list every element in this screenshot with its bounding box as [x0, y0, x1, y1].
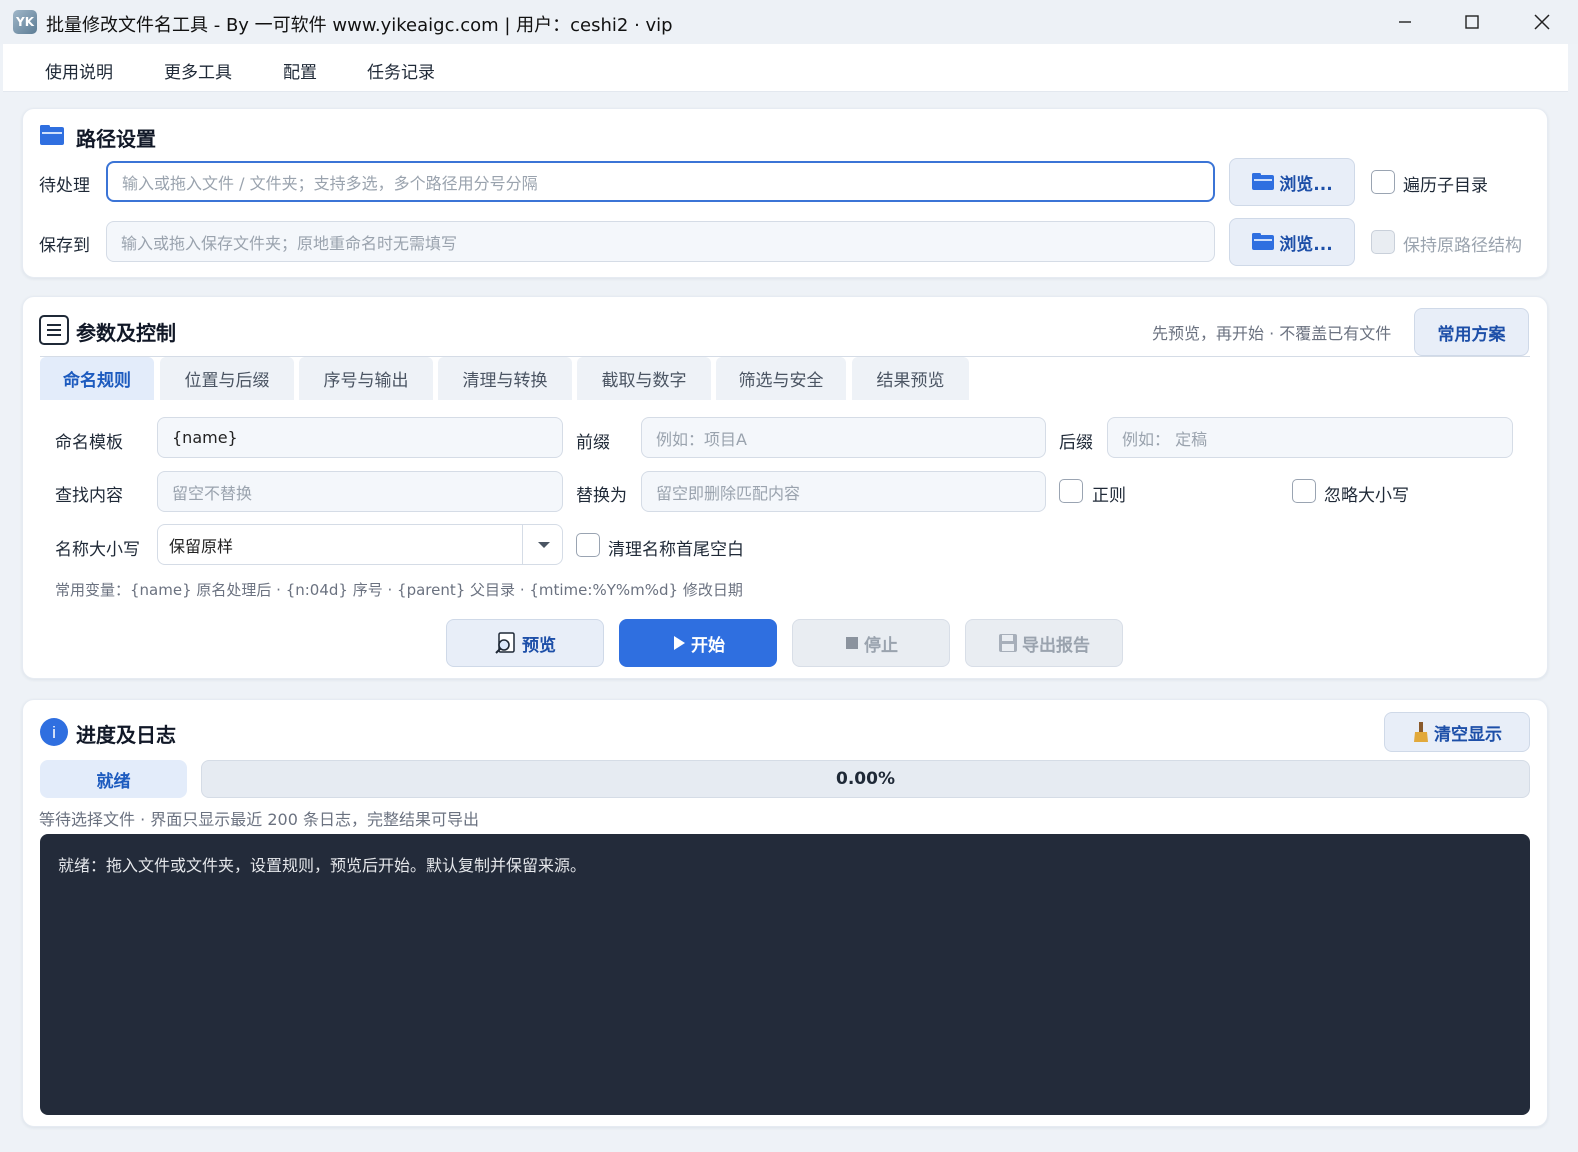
maximize-button[interactable] [1449, 6, 1495, 38]
menu-item-instructions[interactable]: 使用说明 [45, 58, 113, 83]
replace-field[interactable]: 留空即删除匹配内容 [641, 471, 1046, 512]
magnifier-document-icon [495, 632, 515, 654]
tab-result-preview[interactable]: 结果预览 [852, 357, 969, 400]
regex-label: 正则 [1092, 486, 1126, 506]
status-badge: 就绪 [40, 760, 187, 798]
stop-button[interactable]: 停止 [792, 619, 950, 667]
browse-input-label: 浏览... [1279, 174, 1333, 195]
tab-sequence-output[interactable]: 序号与输出 [299, 357, 433, 400]
output-path-label: 保存到 [39, 236, 90, 256]
broom-icon [1414, 722, 1428, 742]
input-path-field[interactable]: 输入或拖入文件 / 文件夹；支持多选，多个路径用分号分隔 [106, 161, 1215, 202]
input-path-label: 待处理 [39, 176, 90, 196]
preview-button[interactable]: 预览 [446, 619, 604, 667]
tab-naming-rules[interactable]: 命名规则 [40, 357, 154, 400]
menu-item-task-log[interactable]: 任务记录 [367, 58, 435, 83]
progress-title: 进度及日志 [76, 723, 176, 747]
suffix-field[interactable]: 例如： 定稿 [1107, 417, 1513, 458]
svg-text:i: i [52, 723, 56, 742]
menu-bar: 使用说明 更多工具 配置 任务记录 [3, 44, 1568, 92]
progress-bar: 0.00% [201, 760, 1530, 798]
stop-label: 停止 [864, 635, 898, 656]
trim-whitespace-checkbox[interactable] [576, 533, 600, 557]
preview-label: 预览 [522, 635, 556, 656]
close-button[interactable] [1519, 6, 1565, 38]
prefix-label: 前缀 [576, 433, 610, 453]
params-hint: 先预览，再开始 · 不覆盖已有文件 [1152, 324, 1392, 343]
maximize-icon [1465, 15, 1479, 29]
start-button[interactable]: 开始 [619, 619, 777, 667]
clear-display-button[interactable]: 清空显示 [1384, 712, 1530, 752]
find-label: 查找内容 [55, 486, 123, 506]
log-line: 就绪：拖入文件或文件夹，设置规则，预览后开始。默认复制并保留来源。 [58, 856, 587, 875]
case-label: 名称大小写 [55, 540, 140, 560]
title-bar: YK 批量修改文件名工具 - By 一可软件 www.yikeaigc.com … [0, 0, 1578, 44]
template-field[interactable]: {name} [157, 417, 563, 458]
progress-percent: 0.00% [836, 769, 895, 789]
browse-input-button[interactable]: 浏览... [1229, 158, 1355, 206]
log-output[interactable]: 就绪：拖入文件或文件夹，设置规则，预览后开始。默认复制并保留来源。 [40, 834, 1530, 1115]
template-label: 命名模板 [55, 433, 123, 453]
export-report-button[interactable]: 导出报告 [965, 619, 1123, 667]
case-select-value: 保留原样 [169, 536, 234, 556]
regex-checkbox[interactable] [1059, 479, 1083, 503]
path-settings-title: 路径设置 [76, 127, 156, 151]
select-divider [522, 525, 523, 564]
play-icon [674, 636, 685, 650]
suffix-label: 后缀 [1059, 433, 1093, 453]
replace-label: 替换为 [576, 486, 627, 506]
save-disk-icon [999, 634, 1017, 652]
browse-output-button[interactable]: 浏览... [1229, 218, 1355, 266]
tab-slice-number[interactable]: 截取与数字 [577, 357, 711, 400]
find-field[interactable]: 留空不替换 [157, 471, 563, 512]
folder-icon [1252, 173, 1275, 190]
ignore-case-label: 忽略大小写 [1324, 486, 1409, 506]
prefix-field[interactable]: 例如：项目A [641, 417, 1046, 458]
common-scheme-label: 常用方案 [1437, 324, 1506, 345]
menu-item-more-tools[interactable]: 更多工具 [164, 58, 232, 83]
export-report-label: 导出报告 [1022, 635, 1090, 656]
traverse-subdirs-label: 遍历子目录 [1403, 176, 1488, 196]
document-list-icon [39, 315, 69, 345]
window-title: 批量修改文件名工具 - By 一可软件 www.yikeaigc.com | 用… [46, 15, 673, 36]
info-icon: i [40, 718, 68, 746]
output-path-field[interactable]: 输入或拖入保存文件夹；原地重命名时无需填写 [106, 221, 1215, 262]
case-select[interactable]: 保留原样 [157, 524, 563, 565]
tab-position-suffix[interactable]: 位置与后缀 [160, 357, 294, 400]
tab-clean-convert[interactable]: 清理与转换 [438, 357, 572, 400]
traverse-subdirs-checkbox[interactable] [1371, 170, 1395, 194]
clear-display-label: 清空显示 [1434, 724, 1502, 745]
folder-icon [1252, 233, 1275, 250]
params-title: 参数及控制 [76, 321, 176, 345]
tab-filter-safety[interactable]: 筛选与安全 [716, 357, 846, 400]
minimize-icon [1399, 21, 1411, 23]
minimize-button[interactable] [1382, 6, 1428, 38]
variables-hint: 常用变量：{name} 原名处理后 · {n:04d} 序号 · {parent… [55, 581, 743, 599]
chevron-down-icon [538, 542, 550, 548]
app-icon: YK [13, 10, 37, 34]
close-icon [1534, 14, 1550, 30]
menu-item-config[interactable]: 配置 [283, 58, 317, 83]
browse-output-label: 浏览... [1279, 234, 1333, 255]
folder-icon [40, 125, 64, 145]
stop-icon [846, 637, 858, 649]
trim-whitespace-label: 清理名称首尾空白 [608, 540, 744, 560]
keep-structure-checkbox[interactable] [1371, 230, 1395, 254]
common-scheme-button[interactable]: 常用方案 [1414, 308, 1529, 356]
start-label: 开始 [691, 635, 725, 656]
ignore-case-checkbox[interactable] [1292, 479, 1316, 503]
keep-structure-label: 保持原路径结构 [1403, 236, 1522, 256]
progress-info: 等待选择文件 · 界面只显示最近 200 条日志，完整结果可导出 [39, 810, 479, 829]
